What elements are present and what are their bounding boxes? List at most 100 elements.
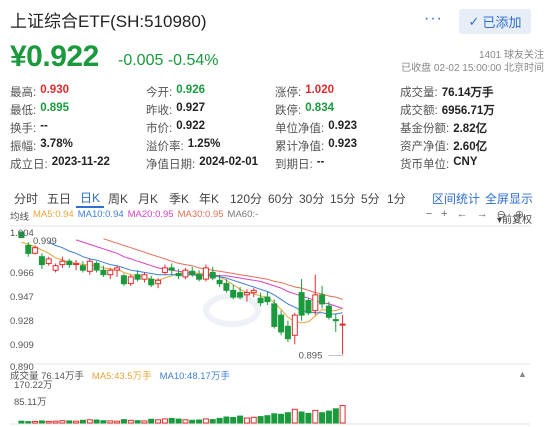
y-axis-label: 0.999 [33, 236, 57, 247]
candle-body [209, 271, 216, 279]
volume-bar [107, 420, 114, 424]
watermark-logo [203, 293, 261, 327]
ma-line-ma5 [21, 241, 343, 324]
candle-body [148, 278, 155, 286]
y-axis-label: 0.928 [10, 316, 34, 327]
volume-bar [100, 420, 107, 424]
volume-bar [175, 418, 182, 424]
candle-body [305, 300, 312, 314]
volume-bar [141, 420, 148, 424]
volume-bar [202, 418, 209, 424]
candle-body [332, 319, 339, 322]
volume-bar [120, 419, 127, 424]
volume-bar [168, 417, 175, 424]
volume-bar [73, 420, 80, 424]
candle-body [100, 269, 107, 276]
ma-line-ma10 [48, 241, 343, 315]
volume-bar [148, 418, 155, 424]
volume-bar [271, 413, 278, 424]
volume-bar [284, 412, 291, 424]
candle-body [38, 256, 45, 266]
volume-bar [291, 408, 298, 424]
candle-body [237, 292, 244, 298]
candle-body [291, 314, 298, 336]
candle-body [312, 294, 319, 312]
candle-body [59, 260, 66, 266]
volume-ma5: MA5:43.5万手 [91, 371, 152, 382]
volume-bar [209, 419, 216, 424]
candle-body [134, 274, 141, 280]
volume-bar [93, 419, 100, 424]
chevron-up-icon[interactable]: ▲ [518, 369, 527, 379]
candle-body [264, 296, 271, 303]
candle-body [223, 283, 230, 291]
volume-bar [230, 417, 237, 424]
volume-bar [339, 405, 346, 424]
candle-body [120, 275, 127, 285]
volume-bar [298, 411, 305, 424]
volume-bar [38, 420, 45, 424]
y-axis-label: 1.004 [10, 228, 34, 239]
candle-body [45, 258, 52, 264]
candle-body [325, 305, 332, 318]
volume-bar [237, 415, 244, 424]
volume-bar [86, 419, 93, 424]
volume-bar [161, 418, 168, 424]
candle-body [161, 267, 168, 273]
y-axis-label: 0.909 [10, 340, 34, 351]
volume-bar [189, 419, 196, 424]
volume-bar [278, 413, 285, 424]
volume-bar [127, 419, 134, 424]
candle-body [196, 274, 203, 280]
candle-body [202, 267, 209, 280]
volume-bar [223, 416, 230, 424]
candle-body [25, 245, 32, 254]
volume-bar [182, 419, 189, 424]
candle-body [114, 267, 121, 271]
volume-bar [59, 420, 66, 424]
volume-bar [25, 421, 32, 424]
volume-bar [243, 417, 250, 424]
kline-chart[interactable]: 0.895170.22万85.11万 [0, 0, 554, 427]
candle-body [257, 297, 264, 304]
candle-body [319, 294, 326, 305]
volume-bar [52, 420, 59, 424]
candle-body [93, 262, 100, 271]
candle-body [73, 262, 80, 265]
candle-body [32, 247, 39, 254]
y-axis-label: 0.947 [10, 292, 34, 303]
volume-bar [257, 416, 264, 424]
candle-body [107, 269, 114, 276]
volume-bar [66, 420, 73, 424]
candle-body [189, 270, 196, 276]
candle-body [250, 289, 257, 294]
candle-body [298, 292, 305, 316]
y-axis-label: 0.966 [10, 268, 34, 279]
ma-line-ma30 [103, 238, 343, 300]
volume-bar [305, 412, 312, 424]
volume-bar [155, 419, 162, 424]
candle-body [271, 303, 278, 327]
candle-body [230, 289, 237, 298]
volume-bar [325, 410, 332, 424]
volume-bar [32, 420, 39, 424]
candle-body [52, 265, 59, 271]
volume-bar [216, 417, 223, 424]
volume-bar [134, 420, 141, 424]
volume-bar [312, 409, 319, 424]
volume-bar [45, 420, 52, 424]
volume-bar [196, 419, 203, 424]
volume-bar [18, 420, 25, 424]
candle-body [243, 292, 250, 296]
volume-mid-label: 85.11万 [14, 397, 47, 408]
candle-body [155, 279, 162, 285]
candle-body [141, 274, 148, 280]
y-axis-label: 0.890 [10, 362, 34, 373]
volume-header: 成交量 76.14万手 MA5:43.5万手 MA10:48.17万手 [10, 368, 230, 382]
candle-body [284, 325, 291, 340]
volume-bar [114, 420, 121, 424]
volume-bar [332, 408, 339, 424]
candle-body [182, 269, 189, 278]
volume-bar [264, 415, 271, 424]
candle-body [168, 267, 175, 271]
